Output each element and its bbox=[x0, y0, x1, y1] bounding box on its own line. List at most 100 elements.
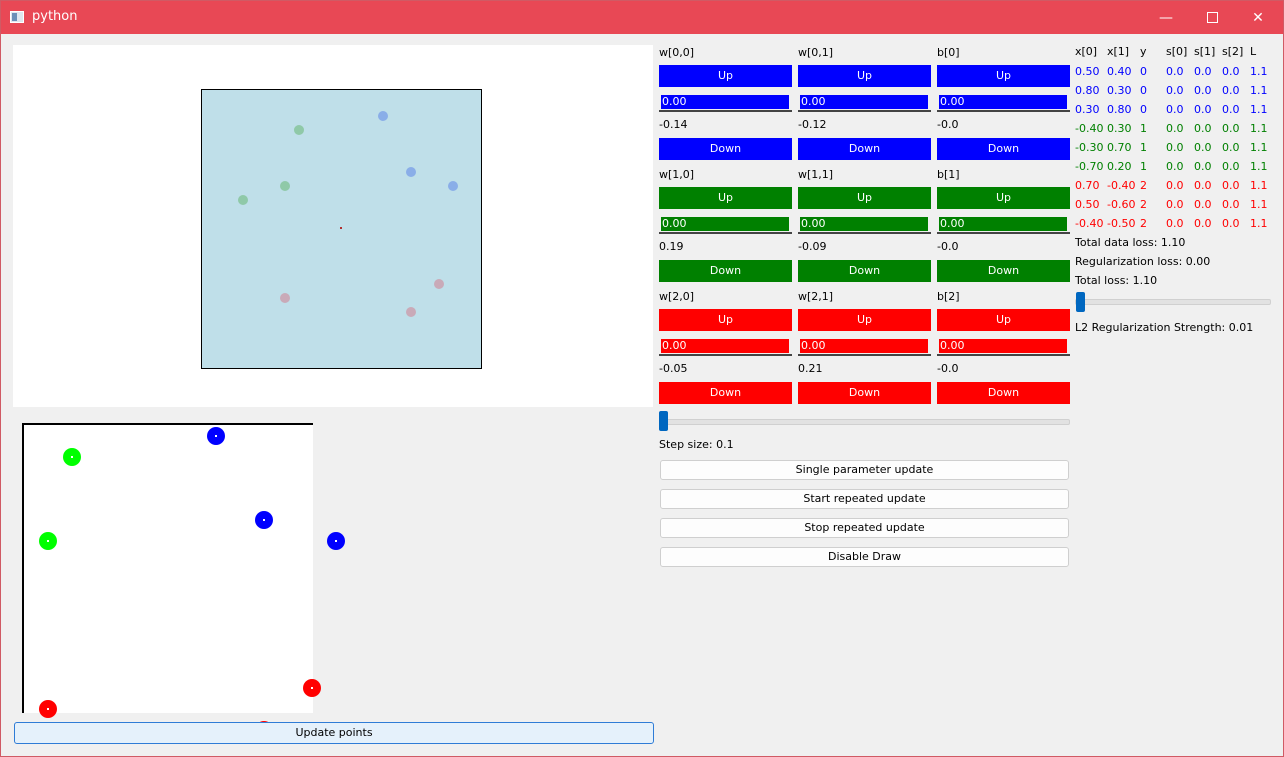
up-button-b-0[interactable]: Up bbox=[937, 65, 1070, 87]
up-button-b-1[interactable]: Up bbox=[937, 187, 1070, 209]
table-cell: 1.1 bbox=[1250, 179, 1268, 192]
table-cell: 0.0 bbox=[1222, 198, 1240, 211]
table-header: L bbox=[1250, 45, 1257, 58]
data-point-class-1[interactable] bbox=[39, 532, 57, 550]
single-parameter-update-button[interactable]: Single parameter update bbox=[660, 460, 1069, 480]
param-value-b-1: -0.0 bbox=[937, 240, 959, 253]
plot-point bbox=[406, 307, 416, 317]
param-value-w-2-1: 0.21 bbox=[798, 362, 823, 375]
data-point-class-0[interactable] bbox=[327, 532, 345, 550]
maximize-button[interactable] bbox=[1189, 1, 1235, 34]
param-input-w-0-0[interactable]: 0.00 bbox=[659, 94, 792, 112]
up-button-w-0-1[interactable]: Up bbox=[798, 65, 931, 87]
data-point-class-2[interactable] bbox=[303, 679, 321, 697]
minimize-button[interactable]: — bbox=[1143, 1, 1189, 34]
up-button-w-2-0[interactable]: Up bbox=[659, 309, 792, 331]
param-label-b-0: b[0] bbox=[937, 46, 960, 59]
l2-strength-slider-handle[interactable] bbox=[1076, 292, 1085, 312]
table-cell: 1.1 bbox=[1250, 198, 1268, 211]
data-points-canvas[interactable] bbox=[22, 423, 345, 739]
down-button-b-1[interactable]: Down bbox=[937, 260, 1070, 282]
up-button-w-1-0[interactable]: Up bbox=[659, 187, 792, 209]
decision-plot-panel bbox=[13, 45, 653, 407]
down-button-w-0-0[interactable]: Down bbox=[659, 138, 792, 160]
step-size-slider-handle[interactable] bbox=[659, 411, 668, 431]
title-bar: python — ✕ bbox=[1, 1, 1283, 34]
param-input-value: 0.00 bbox=[939, 217, 1067, 231]
data-point-class-2[interactable] bbox=[39, 700, 57, 718]
table-cell: 0.0 bbox=[1194, 198, 1212, 211]
disable-draw-button[interactable]: Disable Draw bbox=[660, 547, 1069, 567]
table-cell: 0 bbox=[1140, 65, 1147, 78]
down-button-b-2[interactable]: Down bbox=[937, 382, 1070, 404]
param-input-value: 0.00 bbox=[661, 95, 789, 109]
table-cell: 0.0 bbox=[1222, 84, 1240, 97]
table-cell: -0.70 bbox=[1075, 160, 1104, 173]
update-points-button[interactable]: Update points bbox=[14, 722, 654, 744]
param-input-w-1-0[interactable]: 0.00 bbox=[659, 216, 792, 234]
data-point-class-1[interactable] bbox=[63, 448, 81, 466]
table-cell: 1.1 bbox=[1250, 84, 1268, 97]
param-input-w-1-1[interactable]: 0.00 bbox=[798, 216, 931, 234]
table-cell: 0.30 bbox=[1107, 122, 1132, 135]
table-cell: 0.80 bbox=[1107, 103, 1132, 116]
close-button[interactable]: ✕ bbox=[1235, 1, 1281, 34]
down-button-w-2-0[interactable]: Down bbox=[659, 382, 792, 404]
param-input-value: 0.00 bbox=[939, 339, 1067, 353]
step-size-label: Step size: 0.1 bbox=[659, 438, 734, 451]
down-button-w-2-1[interactable]: Down bbox=[798, 382, 931, 404]
down-button-w-1-0[interactable]: Down bbox=[659, 260, 792, 282]
param-input-b-1[interactable]: 0.00 bbox=[937, 216, 1070, 234]
up-button-w-1-1[interactable]: Up bbox=[798, 187, 931, 209]
table-cell: 0.0 bbox=[1166, 122, 1184, 135]
table-cell: -0.40 bbox=[1075, 122, 1104, 135]
table-cell: 0.0 bbox=[1222, 141, 1240, 154]
param-value-w-2-0: -0.05 bbox=[659, 362, 688, 375]
param-value-b-0: -0.0 bbox=[937, 118, 959, 131]
param-label-w-1-0: w[1,0] bbox=[659, 168, 695, 181]
table-cell: 0.0 bbox=[1222, 160, 1240, 173]
table-cell: 2 bbox=[1140, 217, 1147, 230]
data-point-class-0[interactable] bbox=[255, 511, 273, 529]
param-input-w-0-1[interactable]: 0.00 bbox=[798, 94, 931, 112]
plot-point bbox=[280, 181, 290, 191]
table-cell: 0.0 bbox=[1166, 217, 1184, 230]
up-button-w-0-0[interactable]: Up bbox=[659, 65, 792, 87]
table-cell: 0.0 bbox=[1194, 84, 1212, 97]
l2-strength-slider[interactable] bbox=[1075, 299, 1271, 305]
table-header: x[0] bbox=[1075, 45, 1098, 58]
table-cell: 0.0 bbox=[1166, 160, 1184, 173]
table-cell: -0.40 bbox=[1107, 179, 1136, 192]
table-cell: 2 bbox=[1140, 179, 1147, 192]
table-cell: 1.1 bbox=[1250, 160, 1268, 173]
step-size-slider[interactable] bbox=[659, 419, 1070, 425]
table-header: s[0] bbox=[1166, 45, 1188, 58]
param-input-value: 0.00 bbox=[661, 339, 789, 353]
table-cell: 0.30 bbox=[1075, 103, 1100, 116]
param-input-b-2[interactable]: 0.00 bbox=[937, 338, 1070, 356]
table-cell: 0.0 bbox=[1166, 141, 1184, 154]
table-header: s[1] bbox=[1194, 45, 1216, 58]
param-input-w-2-1[interactable]: 0.00 bbox=[798, 338, 931, 356]
table-cell: 1.1 bbox=[1250, 122, 1268, 135]
data-point-class-0[interactable] bbox=[207, 427, 225, 445]
table-cell: 0.70 bbox=[1075, 179, 1100, 192]
up-button-w-2-1[interactable]: Up bbox=[798, 309, 931, 331]
down-button-b-0[interactable]: Down bbox=[937, 138, 1070, 160]
param-input-w-2-0[interactable]: 0.00 bbox=[659, 338, 792, 356]
start-repeated-update-button[interactable]: Start repeated update bbox=[660, 489, 1069, 509]
plot-point bbox=[294, 125, 304, 135]
table-cell: 2 bbox=[1140, 198, 1147, 211]
down-button-w-1-1[interactable]: Down bbox=[798, 260, 931, 282]
table-cell: 0.50 bbox=[1075, 198, 1100, 211]
param-input-b-0[interactable]: 0.00 bbox=[937, 94, 1070, 112]
plot-point bbox=[448, 181, 458, 191]
stop-repeated-update-button[interactable]: Stop repeated update bbox=[660, 518, 1069, 538]
table-cell: 1.1 bbox=[1250, 217, 1268, 230]
table-cell: 0.30 bbox=[1107, 84, 1132, 97]
table-cell: 0.0 bbox=[1166, 179, 1184, 192]
up-button-b-2[interactable]: Up bbox=[937, 309, 1070, 331]
table-cell: 0.50 bbox=[1075, 65, 1100, 78]
param-label-w-2-1: w[2,1] bbox=[798, 290, 834, 303]
down-button-w-0-1[interactable]: Down bbox=[798, 138, 931, 160]
